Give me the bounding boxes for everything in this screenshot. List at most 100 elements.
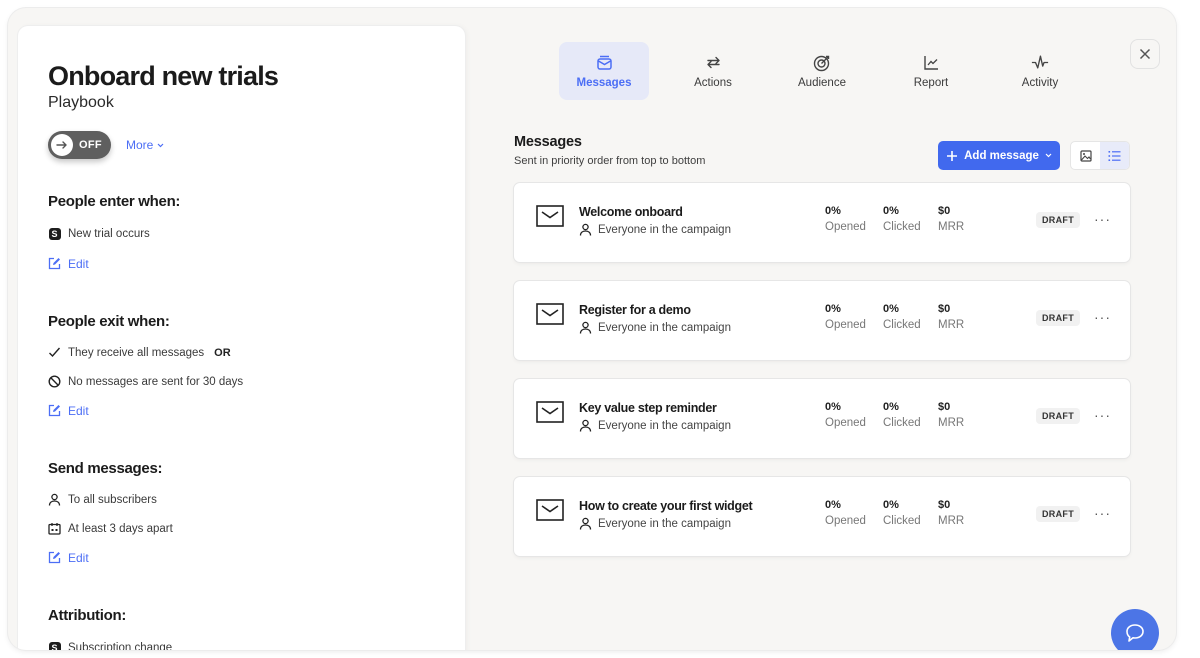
edit-send-link[interactable]: Edit — [48, 550, 435, 565]
stat-label: MRR — [938, 515, 965, 527]
page-subtitle: Playbook — [48, 94, 114, 111]
person-icon — [579, 321, 592, 334]
add-message-label: Add message — [964, 149, 1039, 162]
message-audience: Everyone in the campaign — [579, 223, 731, 236]
message-card[interactable]: Key value step reminder Everyone in the … — [514, 379, 1130, 458]
tab-label: Messages — [576, 76, 632, 89]
condition-item: At least 3 days apart — [48, 521, 435, 536]
stat-label: Opened — [825, 319, 866, 331]
message-name: Welcome onboard — [579, 205, 683, 219]
toggle-label: OFF — [79, 139, 102, 151]
more-options-icon[interactable]: ··· — [1094, 309, 1111, 325]
tab-report[interactable]: Report — [886, 42, 976, 100]
section-exit: People exit when: They receive all messa… — [48, 313, 435, 418]
message-card[interactable]: Register for a demo Everyone in the camp… — [514, 281, 1130, 360]
messages-subtitle: Sent in priority order from top to botto… — [514, 155, 706, 167]
condition-text: Subscription change — [68, 641, 173, 651]
condition-text: No messages are sent for 30 days — [68, 375, 244, 388]
list-view-button[interactable] — [1100, 142, 1129, 169]
message-audience: Everyone in the campaign — [579, 419, 731, 432]
messages-header: Messages Sent in priority order from top… — [514, 134, 705, 167]
stat-label: Clicked — [883, 515, 921, 527]
condition-text: They receive all messages — [68, 346, 205, 359]
app-window: Onboard new trials Playbook OFF More Peo… — [8, 8, 1176, 650]
pulse-icon — [1031, 54, 1049, 72]
envelope-icon — [536, 499, 564, 521]
condition-item: No messages are sent for 30 days — [48, 374, 435, 389]
tab-actions[interactable]: Actions — [668, 42, 758, 100]
add-message-button[interactable]: Add message — [938, 141, 1060, 170]
edit-icon — [48, 404, 61, 417]
more-label: More — [126, 138, 154, 152]
condition-text: To all subscribers — [68, 493, 157, 506]
envelope-icon — [536, 303, 564, 325]
chevron-down-icon — [1045, 153, 1052, 158]
section-title: Send messages: — [48, 460, 163, 477]
stat-value: 0% — [825, 499, 841, 511]
close-button[interactable] — [1130, 39, 1160, 69]
message-card[interactable]: Welcome onboard Everyone in the campaign… — [514, 183, 1130, 262]
image-icon — [1079, 149, 1092, 162]
stat-value: 0% — [883, 401, 899, 413]
check-icon — [48, 346, 61, 359]
more-options-icon[interactable]: ··· — [1094, 211, 1111, 227]
stat-value: 0% — [825, 401, 841, 413]
stat-value: 0% — [825, 205, 841, 217]
stat-label: MRR — [938, 417, 965, 429]
section-title: People exit when: — [48, 313, 170, 330]
stat-clicked: 0% Clicked — [883, 205, 921, 233]
edit-label: Edit — [68, 256, 89, 271]
edit-enter-link[interactable]: Edit — [48, 256, 435, 271]
stat-opened: 0% Opened — [825, 205, 866, 233]
stat-clicked: 0% Clicked — [883, 499, 921, 527]
message-name: Register for a demo — [579, 303, 691, 317]
person-icon — [579, 517, 592, 530]
page-title: Onboard new trials — [48, 61, 279, 91]
more-options-icon[interactable]: ··· — [1094, 505, 1111, 521]
envelope-icon — [536, 401, 564, 423]
edit-icon — [48, 551, 61, 564]
playbook-sidebar: Onboard new trials Playbook OFF More Peo… — [18, 26, 465, 650]
tab-activity[interactable]: Activity — [995, 42, 1085, 100]
tab-label: Activity — [1021, 76, 1059, 89]
plus-icon — [947, 150, 958, 161]
tab-label: Actions — [694, 76, 732, 89]
stat-mrr: $0 MRR — [938, 401, 964, 429]
tab-label: Report — [913, 76, 949, 89]
audience-text: Everyone in the campaign — [598, 517, 731, 530]
status-badge: DRAFT — [1036, 408, 1080, 424]
chat-support-button[interactable] — [1111, 609, 1159, 650]
more-dropdown[interactable]: More — [126, 138, 164, 152]
section-send: Send messages: To all subscribers At lea… — [48, 460, 435, 565]
edit-exit-link[interactable]: Edit — [48, 403, 435, 418]
stat-label: Opened — [825, 515, 866, 527]
tab-label: Audience — [798, 76, 846, 89]
person-icon — [48, 493, 61, 506]
condition-item: To all subscribers — [48, 492, 435, 507]
or-label: OR — [214, 346, 231, 359]
repeat-icon — [704, 54, 722, 72]
messages-title: Messages — [514, 134, 582, 150]
stat-value: 0% — [825, 303, 841, 315]
more-options-icon[interactable]: ··· — [1094, 407, 1111, 423]
audience-text: Everyone in the campaign — [598, 321, 731, 334]
tab-audience[interactable]: Audience — [777, 42, 867, 100]
stat-mrr: $0 MRR — [938, 303, 964, 331]
stat-opened: 0% Opened — [825, 401, 866, 429]
stat-value: 0% — [883, 499, 899, 511]
calendar-icon — [48, 522, 61, 535]
edit-label: Edit — [68, 550, 89, 565]
list-icon — [1108, 150, 1121, 161]
audience-text: Everyone in the campaign — [598, 223, 731, 236]
condition-item: S Subscription change — [48, 640, 435, 650]
person-icon — [579, 223, 592, 236]
playbook-toggle[interactable]: OFF — [48, 131, 111, 159]
chevron-down-icon — [157, 143, 164, 147]
stat-label: Clicked — [883, 319, 921, 331]
message-card[interactable]: How to create your first widget Everyone… — [514, 477, 1130, 556]
stat-mrr: $0 MRR — [938, 205, 964, 233]
tab-messages[interactable]: Messages — [559, 42, 649, 100]
playbook-controls: OFF More — [48, 131, 435, 159]
stat-value: $0 — [938, 499, 951, 511]
image-view-button[interactable] — [1071, 142, 1100, 169]
